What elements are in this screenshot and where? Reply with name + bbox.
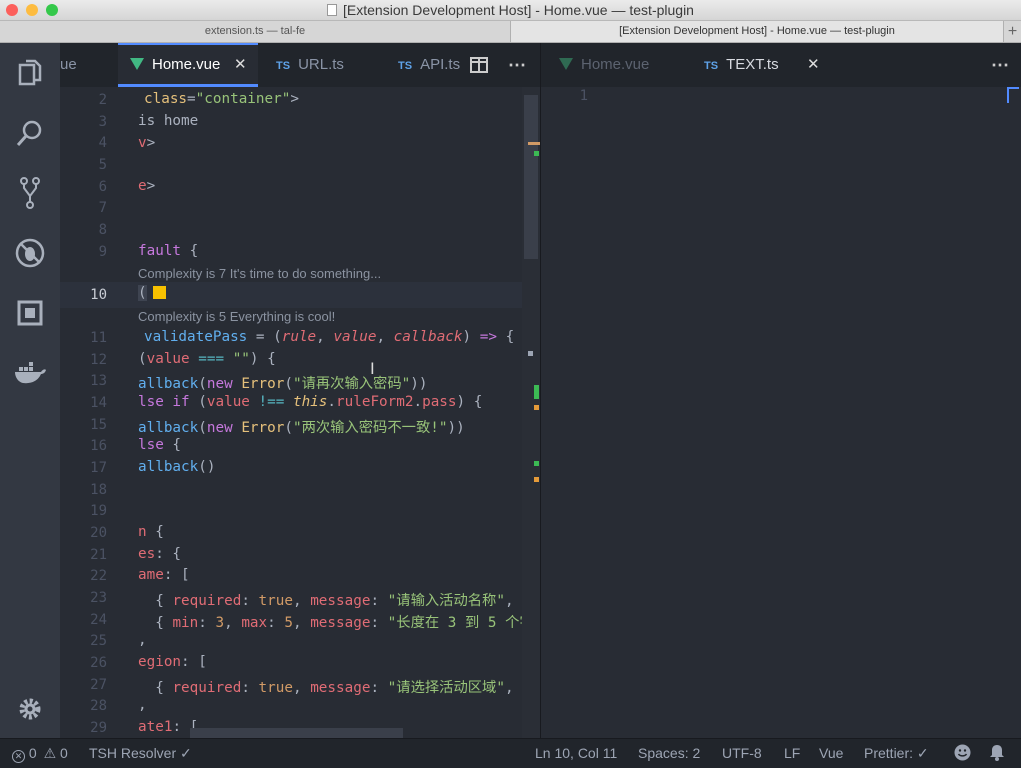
warning-icon: ⚠ — [43, 745, 57, 761]
complexity-codelens[interactable]: Complexity is 7 It's time to do somethin… — [138, 266, 381, 281]
new-window-tab-button[interactable]: + — [1003, 21, 1021, 42]
feedback-smiley-icon[interactable] — [954, 744, 971, 764]
problems-indicator[interactable]: ✕ 0 ⚠ 0 — [12, 745, 68, 763]
complexity-warning-marker — [153, 286, 166, 299]
tab-url-ts[interactable]: TS URL.ts — [258, 43, 378, 87]
encoding-status[interactable]: UTF-8 — [722, 745, 762, 761]
tsh-resolver-status[interactable]: TSH Resolver ✓ — [89, 745, 192, 762]
overview-ruler[interactable] — [522, 87, 540, 738]
debug-icon[interactable] — [12, 235, 48, 271]
docker-icon[interactable] — [12, 355, 48, 391]
tab-home-vue[interactable]: Home.vue ✕ — [118, 43, 258, 87]
extensions-icon[interactable] — [12, 295, 48, 331]
current-line-highlight — [60, 282, 522, 308]
code-editor-home-vue[interactable]: 2 class="container"> 3 is home 4 v> 5 6 e> 7… — [60, 87, 540, 738]
source-control-icon[interactable] — [12, 175, 48, 211]
more-actions-icon[interactable]: ⋯ — [991, 43, 1015, 87]
prettier-status[interactable]: Prettier: ✓ — [864, 745, 929, 762]
indentation-status[interactable]: Spaces: 2 — [638, 745, 700, 761]
scrollbar-thumb[interactable] — [524, 95, 538, 259]
editor-group-2-tabs: Home.vue TS TEXT.ts ✕ ⋯ — [541, 43, 1021, 87]
tab-home-vue-inactive[interactable]: Home.vue — [541, 43, 689, 87]
split-editor-icon[interactable] — [470, 43, 494, 87]
activity-bar — [0, 43, 60, 738]
window-title: [Extension Development Host] - Home.vue … — [0, 2, 1021, 18]
search-icon[interactable] — [12, 115, 48, 151]
document-icon — [327, 4, 338, 16]
complexity-codelens[interactable]: Complexity is 5 Everything is cool! — [138, 309, 335, 324]
text-cursor-icon: Ⅰ — [370, 359, 375, 378]
horizontal-scrollbar[interactable] — [190, 728, 403, 738]
close-icon[interactable]: ✕ — [234, 45, 247, 84]
eol-status[interactable]: LF — [784, 745, 800, 761]
cursor-position[interactable]: Ln 10, Col 11 — [535, 745, 617, 761]
editor-group-1-tabs: ue Home.vue ✕ TS URL.ts TS API.ts ⋯ — [60, 43, 540, 87]
window-tab-bar: extension.ts — tal-fe [Extension Develop… — [0, 21, 1021, 43]
notifications-bell-icon[interactable] — [989, 744, 1005, 764]
title-bar: [Extension Development Host] - Home.vue … — [0, 0, 1021, 21]
code-editor-text-ts[interactable]: 1 — [541, 87, 1021, 738]
window-tab-extension[interactable]: extension.ts — tal-fe — [0, 21, 510, 42]
status-bar: ✕ 0 ⚠ 0 TSH Resolver ✓ Ln 10, Col 11 Spa… — [0, 738, 1021, 768]
tab-api-ts[interactable]: TS API.ts — [378, 43, 462, 87]
vue-icon — [559, 58, 573, 70]
more-actions-icon[interactable]: ⋯ — [508, 43, 532, 87]
error-icon: ✕ — [12, 750, 25, 763]
tab-text-ts[interactable]: TS TEXT.ts ✕ — [689, 43, 829, 87]
tab-vue-partial[interactable]: ue — [60, 43, 118, 87]
window-tab-host[interactable]: [Extension Development Host] - Home.vue … — [510, 21, 1003, 42]
language-mode[interactable]: Vue — [819, 745, 843, 761]
vue-icon — [130, 58, 144, 70]
overview-ruler[interactable] — [1005, 87, 1021, 738]
close-icon[interactable]: ✕ — [807, 43, 820, 87]
gear-icon[interactable] — [12, 691, 48, 727]
files-icon[interactable] — [12, 55, 48, 91]
